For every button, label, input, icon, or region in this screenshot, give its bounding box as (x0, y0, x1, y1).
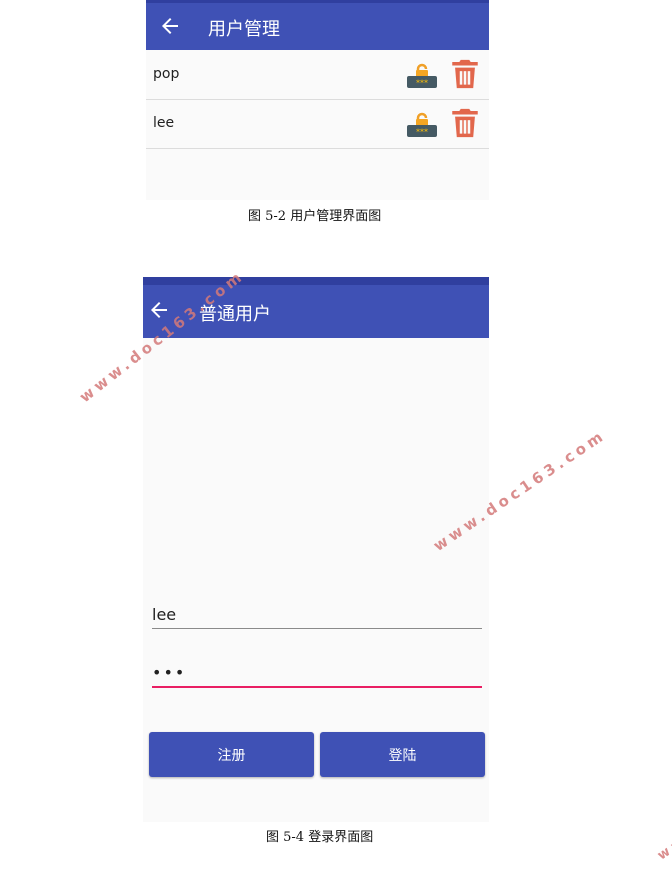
login-button[interactable]: 登陆 (320, 732, 485, 777)
figure-caption: 图 5-4 登录界面图 (266, 830, 374, 845)
back-arrow-icon[interactable] (147, 298, 171, 322)
password-lock-icon[interactable]: *** (406, 61, 438, 89)
svg-text:***: *** (416, 79, 428, 88)
password-lock-icon[interactable]: *** (406, 110, 438, 138)
status-bar (143, 277, 489, 285)
user-row[interactable]: pop *** (146, 51, 489, 100)
username-value: lee (152, 605, 177, 624)
username-underline (152, 628, 482, 629)
user-row[interactable]: lee *** (146, 100, 489, 149)
app-bar: 用户管理 (146, 0, 489, 50)
user-name: pop (153, 66, 180, 82)
password-value: ••• (152, 663, 187, 682)
svg-text:***: *** (416, 128, 428, 137)
password-input[interactable]: ••• (152, 661, 482, 689)
watermark-text: www.doc163.com (655, 747, 672, 864)
figure-caption: 图 5-2 用户管理界面图 (248, 209, 382, 224)
delete-trash-icon[interactable] (448, 106, 482, 140)
user-name: lee (153, 115, 175, 131)
page-title: 用户管理 (208, 19, 280, 40)
back-arrow-icon[interactable] (158, 14, 182, 38)
status-bar (146, 0, 489, 3)
delete-trash-icon[interactable] (448, 57, 482, 91)
username-input[interactable]: lee (152, 603, 482, 631)
password-underline (152, 686, 482, 688)
register-button[interactable]: 注册 (149, 732, 314, 777)
user-management-screen: 用户管理 pop *** lee *** (146, 0, 489, 200)
